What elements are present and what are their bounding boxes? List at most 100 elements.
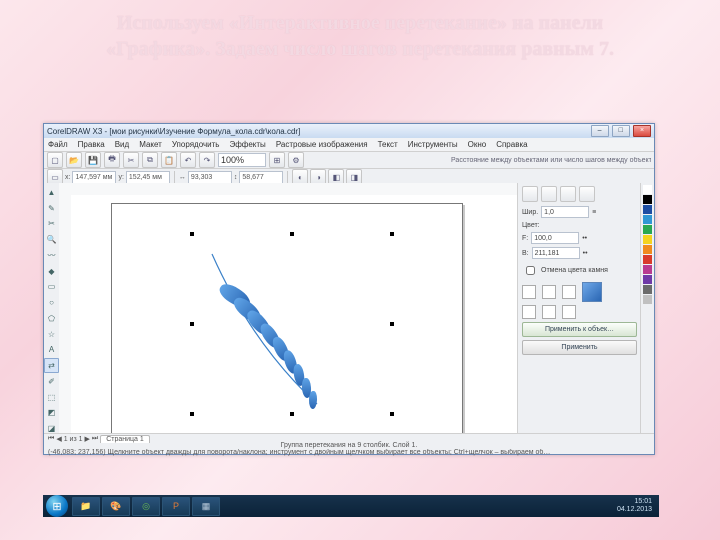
cut-button[interactable]: ✂ [123,152,139,168]
cancel-color-checkbox[interactable] [526,266,535,275]
ellipse-tool[interactable]: ○ [44,295,59,310]
interactive-blend-tool[interactable]: ⇄ [44,358,59,373]
swatch-2[interactable] [542,285,556,299]
undo-button[interactable]: ↶ [180,152,196,168]
size-w[interactable]: 93,303 [188,171,232,184]
palette-swatch-2[interactable] [643,205,652,214]
menu-edit[interactable]: Правка [78,140,105,149]
shape-tool[interactable]: ✎ [44,201,59,216]
docker-tab-4[interactable] [579,186,595,202]
pos-y[interactable]: 152,45 мм [126,171,170,184]
menu-bitmaps[interactable]: Растровые изображения [276,140,368,149]
close-button[interactable]: × [633,125,651,137]
freehand-tool[interactable]: 〰 [44,248,59,263]
open-button[interactable]: 📂 [66,152,82,168]
menu-arrange[interactable]: Упорядочить [172,140,220,149]
swatch-5[interactable] [542,305,556,319]
options-button[interactable]: ⚙ [288,152,304,168]
save-button[interactable]: 💾 [85,152,101,168]
palette-swatch-5[interactable] [643,235,652,244]
pos-x[interactable]: 147,597 мм [72,171,116,184]
zoom-combo[interactable]: 100% [218,153,266,167]
apply-button[interactable]: Применить [522,340,637,355]
palette-swatch-4[interactable] [643,225,652,234]
width-label: Шир. [522,209,538,216]
page-nav-first[interactable]: ⏮ [48,435,54,443]
polygon-tool[interactable]: ⬠ [44,311,59,326]
rectangle-tool[interactable]: ▭ [44,280,59,295]
pick-tool[interactable]: ▲ [44,185,59,200]
paste-button[interactable]: 📋 [161,152,177,168]
docker-tab-1[interactable] [522,186,538,202]
snap-button[interactable]: ⊞ [269,152,285,168]
menu-tools[interactable]: Инструменты [408,140,458,149]
system-tray[interactable]: 15:01 04.12.2013 [617,498,656,513]
outline-tool[interactable]: ⬚ [44,390,59,405]
page-tab[interactable]: Страница 1 [100,435,150,443]
docker-tab-3[interactable] [560,186,576,202]
maximize-button[interactable]: □ [612,125,630,137]
titlebar[interactable]: CorelDRAW X3 - [мои рисунки\Изучение Фор… [44,124,654,138]
palette-swatch-10[interactable] [643,285,652,294]
zoom-tool[interactable]: 🔍 [44,232,59,247]
text-tool[interactable]: A [44,343,59,358]
menu-window[interactable]: Окно [468,140,487,149]
menu-help[interactable]: Справка [496,140,527,149]
docker-tab-2[interactable] [541,186,557,202]
palette-swatch-1[interactable] [643,195,652,204]
f-input[interactable]: 100,0 [531,232,579,244]
crop-tool[interactable]: ✂ [44,217,59,232]
page-nav-info: 1 из 1 [64,436,83,443]
window-buttons: – □ × [590,125,651,137]
menu-view[interactable]: Вид [115,140,129,149]
swatch-4[interactable] [522,305,536,319]
b-input[interactable]: 211,181 [532,247,580,259]
color-label: Цвет: [522,222,540,229]
start-button[interactable]: ⊞ [46,495,68,517]
palette-swatch-8[interactable] [643,265,652,274]
page-nav-last[interactable]: ⏭ [92,435,98,443]
menu-text[interactable]: Текст [378,140,398,149]
toolbox: ▲ ✎ ✂ 🔍 〰 ◆ ▭ ○ ⬠ ☆ A ⇄ ✐ ⬚ ◩ ◪ [44,183,60,436]
status-hint: (-46,083; 237,156) Щелкните объект дважд… [48,449,650,456]
palette-swatch-9[interactable] [643,275,652,284]
selection-bounds[interactable] [192,234,392,414]
slide-title: Используем «Интерактивное перетекание» н… [50,10,670,62]
page[interactable] [111,203,463,436]
menu-layout[interactable]: Макет [139,140,162,149]
palette-swatch-6[interactable] [643,245,652,254]
task-corel[interactable]: ◎ [132,497,160,516]
size-h[interactable]: 58,677 [239,171,283,184]
minimize-button[interactable]: – [591,125,609,137]
palette-swatch-0[interactable] [643,185,652,194]
workarea: ▲ ✎ ✂ 🔍 〰 ◆ ▭ ○ ⬠ ☆ A ⇄ ✐ ⬚ ◩ ◪ [44,183,654,436]
basic-shapes-tool[interactable]: ☆ [44,327,59,342]
canvas[interactable] [71,195,526,436]
new-button[interactable]: ▢ [47,152,63,168]
task-ppt[interactable]: P [162,497,190,516]
copy-button[interactable]: ⧉ [142,152,158,168]
cancel-color-label: Отмена цвета камня [541,267,608,274]
page-nav-prev[interactable]: ◀ [56,435,61,443]
stepper-icon[interactable]: ≡ [592,209,596,216]
swatch-preview[interactable] [582,282,602,302]
menu-effects[interactable]: Эффекты [229,140,265,149]
width-input[interactable]: 1,0 [541,206,589,218]
task-explorer[interactable]: 📁 [72,497,100,516]
task-other[interactable]: ▦ [192,497,220,516]
apply-to-object-button[interactable]: Применить к объек… [522,322,637,337]
redo-button[interactable]: ↷ [199,152,215,168]
palette-swatch-11[interactable] [643,295,652,304]
swatch-3[interactable] [562,285,576,299]
eyedropper-tool[interactable]: ✐ [44,374,59,389]
fill-tool[interactable]: ◩ [44,406,59,421]
palette-swatch-3[interactable] [643,215,652,224]
task-paint[interactable]: 🎨 [102,497,130,516]
print-button[interactable]: 🖶 [104,152,120,168]
menu-file[interactable]: Файл [48,140,68,149]
swatch-6[interactable] [562,305,576,319]
smartfill-tool[interactable]: ◆ [44,264,59,279]
palette-swatch-7[interactable] [643,255,652,264]
swatch-1[interactable] [522,285,536,299]
page-nav-next[interactable]: ▶ [85,435,90,443]
